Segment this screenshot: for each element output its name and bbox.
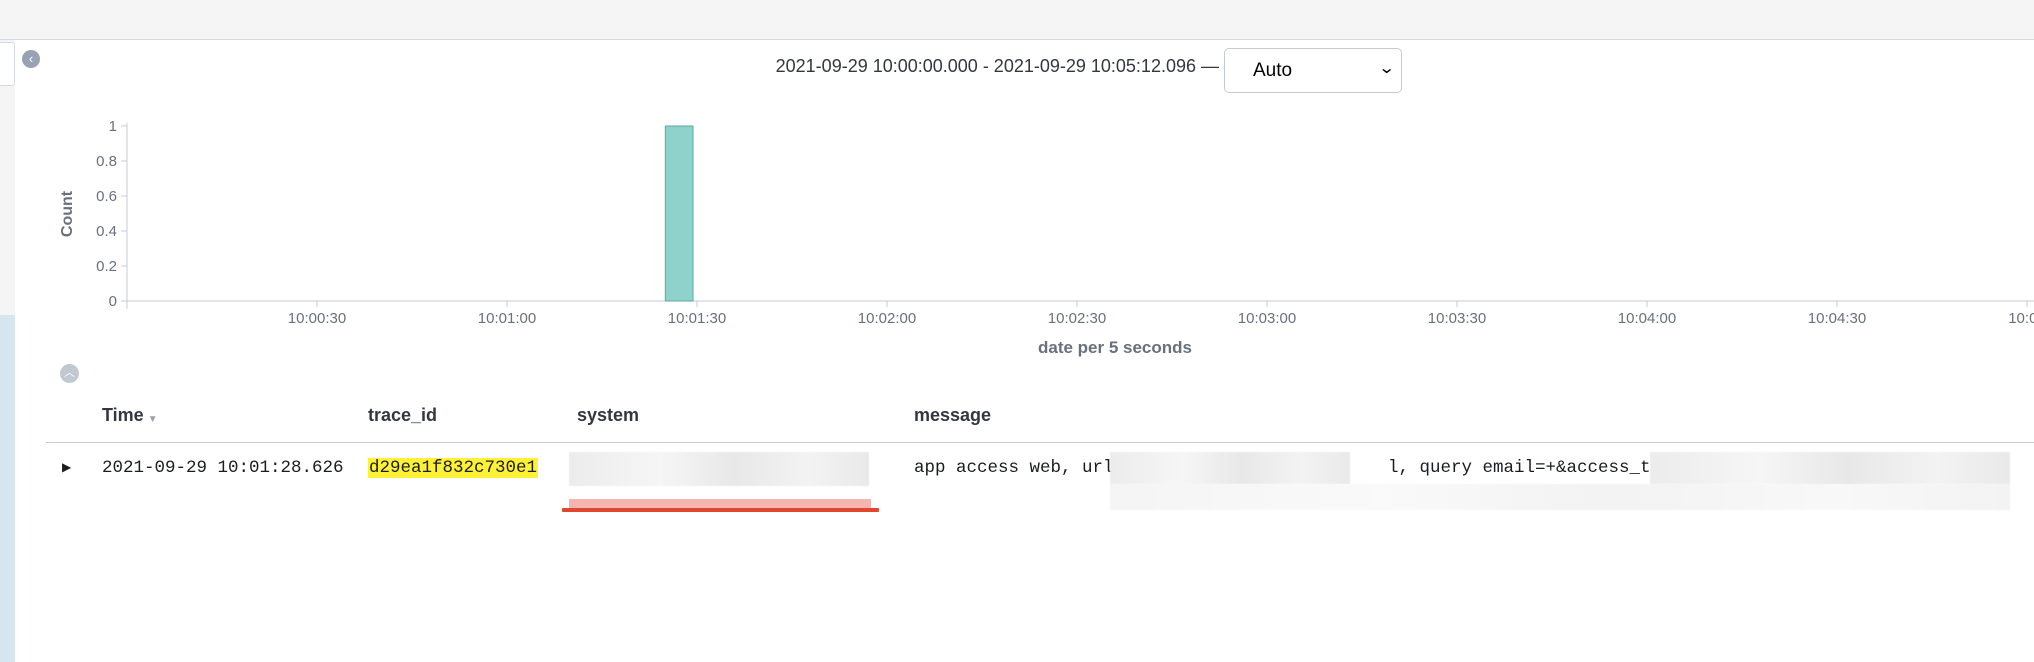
histogram-bar[interactable] xyxy=(664,125,694,302)
cell-trace-id: d29ea1f832c730e1 xyxy=(368,458,539,478)
x-tick-label: 10:05 xyxy=(2008,310,2034,327)
histogram-chart: 00.20.40.60.81 10:00:30 10:01:00 10:01:30 1… xyxy=(59,118,2034,357)
y-tick-label: 0.6 xyxy=(96,188,117,205)
redacted-system-value xyxy=(569,452,869,486)
x-tick-label: 10:01:00 xyxy=(478,310,536,327)
redaction-underline xyxy=(562,508,879,512)
column-header-label: Time xyxy=(102,405,144,425)
redacted-access-token xyxy=(1650,452,2010,484)
table-header: Time ▼ trace_id system message xyxy=(46,400,2034,443)
column-header-trace-id[interactable]: trace_id xyxy=(368,405,437,426)
chevron-up-circle-icon[interactable]: ︿ xyxy=(60,364,79,383)
x-tick-label: 10:04:00 xyxy=(1618,310,1676,327)
column-header-system[interactable]: system xyxy=(577,405,639,426)
x-tick-label: 10:03:30 xyxy=(1428,310,1486,327)
histogram-bars xyxy=(664,125,694,302)
interval-select[interactable]: Auto ⌄ xyxy=(1224,48,1402,93)
x-tick-label: 10:02:00 xyxy=(858,310,916,327)
cell-time: 2021-09-29 10:01:28.626 xyxy=(102,458,344,478)
redacted-message-overflow xyxy=(1110,484,2010,510)
top-bar xyxy=(0,0,2034,40)
left-rail-field-panel xyxy=(0,315,15,662)
x-tick-label: 10:03:00 xyxy=(1238,310,1296,327)
y-tick-label: 1 xyxy=(109,118,117,135)
y-tick-label: 0.2 xyxy=(96,258,117,275)
sort-desc-icon[interactable]: ▼ xyxy=(148,414,158,425)
column-header-time[interactable]: Time ▼ xyxy=(102,405,158,426)
search-highlight: d29ea1f832c730e1 xyxy=(368,458,539,478)
x-tick-label: 10:02:30 xyxy=(1048,310,1106,327)
cell-message-prefix: app access web, url xyxy=(914,458,1114,478)
y-tick-label: 0.8 xyxy=(96,153,117,170)
redacted-url xyxy=(1110,452,1350,484)
y-axis-title: Count xyxy=(59,190,76,237)
x-tick-label: 10:04:30 xyxy=(1808,310,1866,327)
time-range-label: 2021-09-29 10:00:00.000 - 2021-09-29 10:… xyxy=(775,56,1219,76)
y-tick-label: 0.4 xyxy=(96,223,117,240)
caret-right-icon[interactable]: ▶ xyxy=(62,460,71,474)
x-tick-label: 10:00:30 xyxy=(288,310,346,327)
x-axis-title: date per 5 seconds xyxy=(1038,338,1192,357)
column-header-message[interactable]: message xyxy=(914,405,991,426)
chevron-down-icon: ⌄ xyxy=(1377,60,1396,77)
x-axis: 10:00:30 10:01:00 10:01:30 10:02:00 10:02:30… xyxy=(127,300,2034,327)
y-axis: 0 0.2 0.4 0.6 0.8 1 xyxy=(96,118,128,310)
interval-select-value: Auto xyxy=(1253,60,1293,81)
x-tick-label: 10:01:30 xyxy=(668,310,726,327)
cell-message-query: l, query email=+&access_token xyxy=(1388,458,1693,478)
y-tick-label: 0 xyxy=(109,293,117,310)
